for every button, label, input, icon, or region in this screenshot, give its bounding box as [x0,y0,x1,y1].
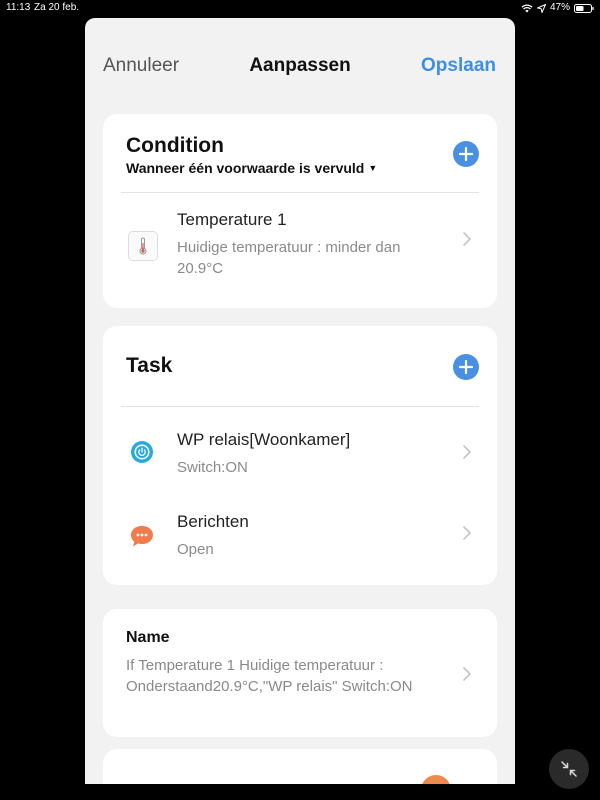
plus-icon [459,360,473,374]
thermometer-icon [128,231,158,261]
battery-percentage: 47% [549,2,570,13]
condition-item-subtitle: Huidige temperatuur : minder dan 20.9°C [177,239,401,277]
task-item-title: WP relais[Woonkamer] [177,430,351,449]
task-item[interactable]: Berichten Open [103,496,497,576]
name-label: Name [126,629,170,646]
minimize-button[interactable] [549,749,589,789]
task-item[interactable]: WP relais[Woonkamer] Switch:ON [103,412,497,492]
edit-sheet: Annuleer Aanpassen Opslaan Condition Wan… [85,18,515,784]
settings-card [103,749,497,784]
location-icon [536,3,546,13]
chevron-right-icon [463,445,472,464]
chevron-right-icon [463,232,472,251]
task-card: Task WP relais[Woonkamer] Switch:ON Beri… [103,326,497,585]
condition-card: Condition Wanneer één voorwaarde is verv… [103,114,497,308]
name-card[interactable]: Name If Temperature 1 Huidige temperatuu… [103,609,497,737]
chevron-right-icon [463,526,472,545]
task-item-subtitle: Open [177,541,214,558]
condition-title: Condition [126,134,224,157]
toggle-switch[interactable] [421,775,451,784]
power-icon [130,440,154,469]
chevron-down-icon: ▼ [368,163,378,173]
wifi-icon [521,3,533,13]
collapse-icon [561,761,577,777]
status-time: 11:13 [6,2,31,13]
task-title: Task [126,354,173,377]
divider [121,406,479,407]
task-item-subtitle: Switch:ON [177,459,248,476]
name-value: If Temperature 1 Huidige temperatuur : O… [126,657,413,695]
add-task-button[interactable] [453,354,479,380]
plus-icon [459,147,473,161]
add-condition-button[interactable] [453,141,479,167]
divider [121,192,479,193]
task-item-title: Berichten [177,512,249,531]
condition-item-title: Temperature 1 [177,210,287,229]
status-bar: 11:13 Za 20 feb. 47% [0,0,600,16]
condition-item[interactable]: Temperature 1 Huidige temperatuur : mind… [103,194,497,304]
save-button[interactable]: Opslaan [421,55,496,77]
status-date: Za 20 feb. [34,2,80,13]
chevron-right-icon [463,667,472,686]
status-indicators: 47% [521,0,594,16]
condition-mode-dropdown[interactable]: Wanneer één voorwaarde is vervuld ▼ [126,160,377,176]
condition-mode-label: Wanneer één voorwaarde is vervuld [126,160,365,176]
nav-bar: Annuleer Aanpassen Opslaan [85,18,515,108]
battery-icon [574,3,594,13]
message-icon [129,524,155,553]
